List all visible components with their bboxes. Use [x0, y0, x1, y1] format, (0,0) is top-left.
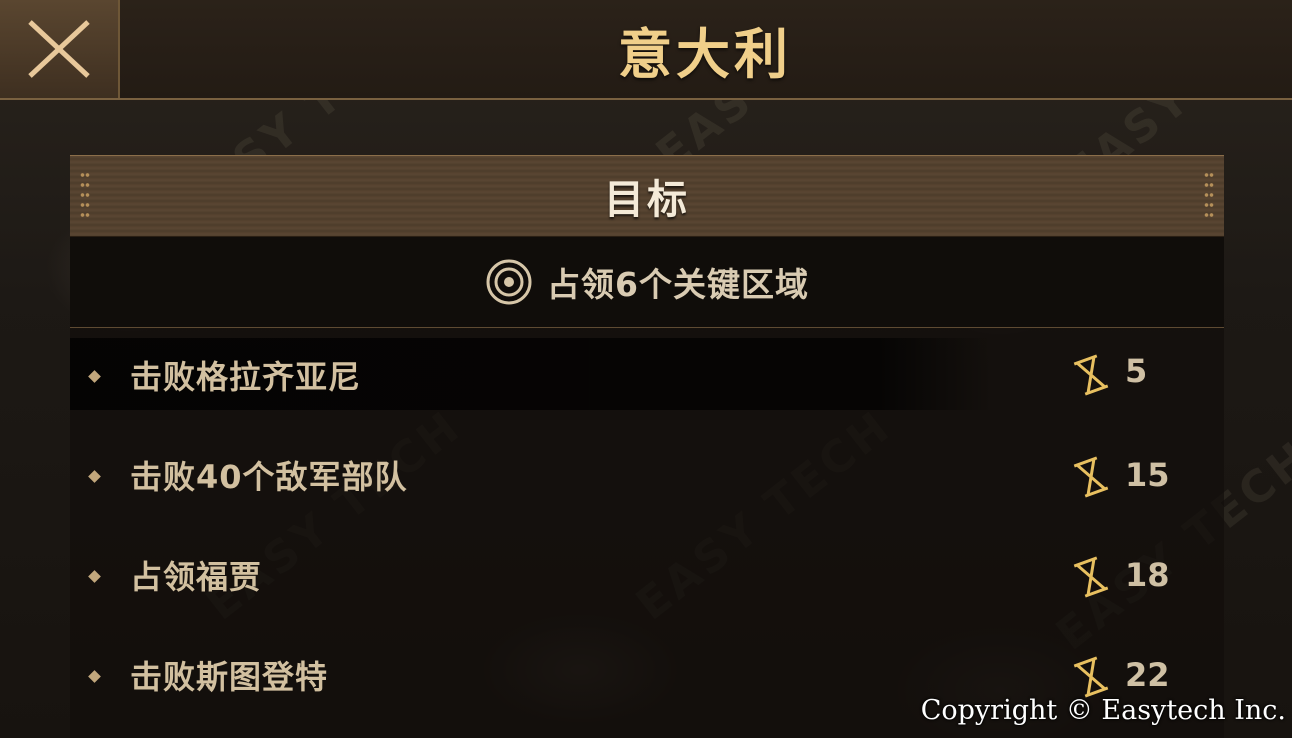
- objective-text: 占领福贾: [130, 558, 263, 596]
- title-bar: 意大利: [0, 0, 1292, 100]
- close-icon: [28, 20, 90, 78]
- objective-text: 击败40个敌军部队: [130, 458, 408, 496]
- hourglass-icon: [1073, 456, 1109, 498]
- objectives-header: 目标: [70, 155, 1224, 237]
- list-item: 击败格拉齐亚尼 5: [70, 338, 1224, 410]
- close-button[interactable]: [0, 0, 120, 98]
- bullet-icon: [88, 670, 101, 683]
- main-goal-text: 占领6个关键区域: [547, 265, 809, 304]
- list-item: 击败40个敌军部队 15: [70, 428, 1224, 528]
- turn-count: 22: [1125, 656, 1170, 694]
- page-title: 意大利: [618, 22, 792, 86]
- objectives-heading: 目标: [604, 177, 690, 223]
- bullet-icon: [88, 570, 101, 583]
- list-item: 占领福贾 18: [70, 528, 1224, 628]
- target-icon: [486, 259, 532, 305]
- objective-text: 击败格拉齐亚尼: [130, 358, 362, 396]
- turn-count: 18: [1125, 556, 1170, 594]
- turn-count: 5: [1125, 352, 1148, 390]
- objective-list: 击败格拉齐亚尼 5 击败40个敌军部队 15 占领福贾 18 击败斯图登特 22: [70, 328, 1224, 738]
- rivet-decoration: [1204, 170, 1214, 220]
- hourglass-icon: [1073, 656, 1109, 698]
- main-goal: 占领6个关键区域: [70, 237, 1224, 328]
- hourglass-icon: [1073, 556, 1109, 598]
- objective-text: 击败斯图登特: [130, 658, 329, 696]
- bullet-icon: [88, 470, 101, 483]
- bullet-icon: [88, 370, 101, 383]
- rivet-decoration: [80, 170, 90, 220]
- copyright-text: Copyright © Easytech Inc.: [920, 695, 1286, 726]
- hourglass-icon: [1073, 354, 1109, 396]
- turn-count: 15: [1125, 456, 1170, 494]
